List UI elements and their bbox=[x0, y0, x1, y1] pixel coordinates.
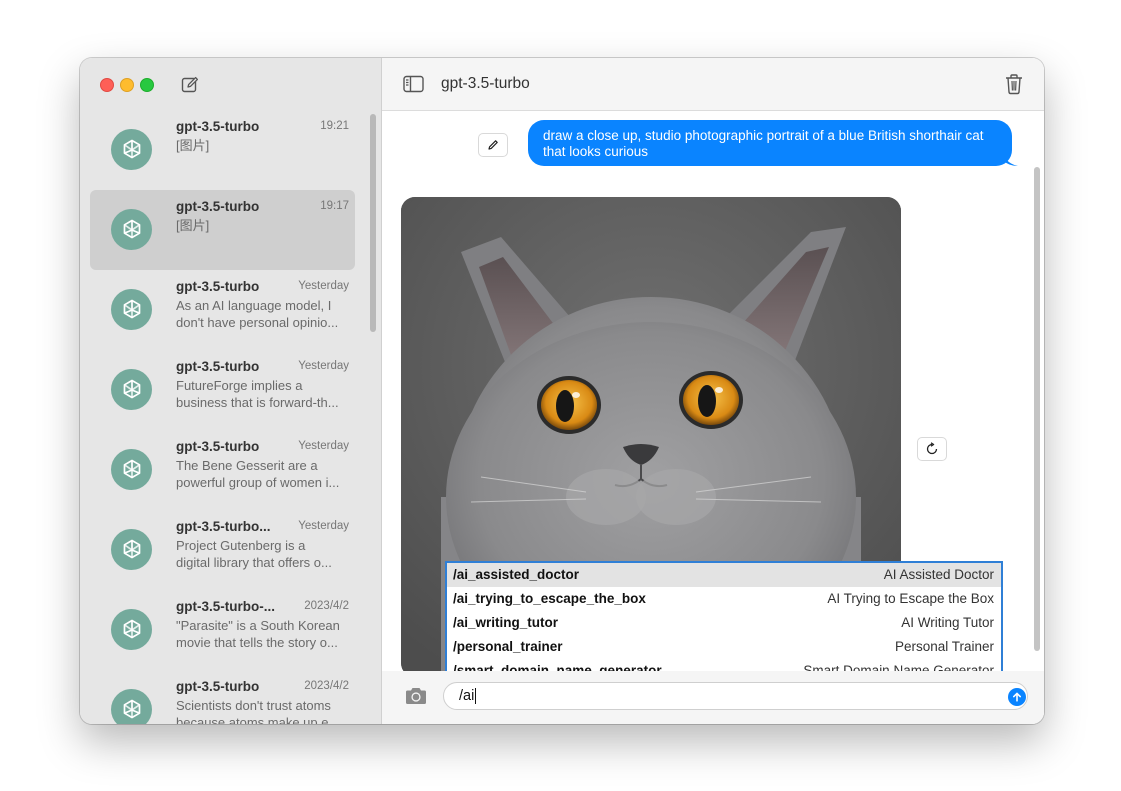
conversation-title: gpt-3.5-turbo bbox=[176, 439, 260, 454]
conversation-item[interactable]: gpt-3.5-turbo... Yesterday Project Gutenbe… bbox=[90, 510, 355, 590]
conversation-preview-line: movie that tells the story o... bbox=[176, 634, 338, 650]
autocomplete-item[interactable]: /ai_writing_tutor AI Writing Tutor bbox=[447, 611, 1001, 635]
autocomplete-command: /personal_trainer bbox=[453, 639, 563, 654]
autocomplete-item[interactable]: /smart_domain_name_generator Smart Domain… bbox=[447, 659, 1001, 671]
conversation-preview-line: don't have personal opinio... bbox=[176, 314, 339, 330]
autocomplete-item[interactable]: /personal_trainer Personal Trainer bbox=[447, 635, 1001, 659]
minimize-window-button[interactable] bbox=[120, 78, 134, 92]
conversation-list: gpt-3.5-turbo 19:21 [图片] gpt-3.5-turbo 19:17… bbox=[90, 110, 355, 724]
conversation-preview: "Parasite" is a South Korean movie that t… bbox=[176, 618, 352, 651]
conversation-title: gpt-3.5-turbo... bbox=[176, 519, 271, 534]
input-bar: /ai bbox=[382, 671, 1044, 724]
edit-icon[interactable] bbox=[478, 133, 508, 157]
conversation-time: Yesterday bbox=[298, 360, 349, 372]
conversation-preview-line: powerful group of women i... bbox=[176, 474, 340, 490]
conversation-preview: FutureForge implies a business that is fo… bbox=[176, 378, 352, 411]
conversation-preview-line: business that is forward-th... bbox=[176, 394, 339, 410]
conversation-title: gpt-3.5-turbo bbox=[176, 199, 260, 214]
message-list: draw a close up, studio photographic por… bbox=[382, 111, 1044, 671]
conversation-preview-line: Scientists don't trust atoms bbox=[176, 698, 331, 713]
trash-icon[interactable] bbox=[1004, 73, 1024, 95]
chat-title: gpt-3.5-turbo bbox=[441, 75, 530, 92]
conversation-item[interactable]: gpt-3.5-turbo Yesterday FutureForge implie… bbox=[90, 350, 355, 430]
user-message-line: draw a close up, studio photographic por… bbox=[543, 128, 984, 143]
send-arrow-icon[interactable] bbox=[1008, 688, 1026, 706]
toolbar: gpt-3.5-turbo bbox=[382, 58, 1044, 111]
command-autocomplete: /ai_assisted_doctor AI Assisted Doctor/ai… bbox=[445, 561, 1003, 671]
autocomplete-command: /smart_domain_name_generator bbox=[453, 663, 662, 671]
conversation-preview-line: FutureForge implies a bbox=[176, 378, 303, 393]
conversation-item[interactable]: gpt-3.5-turbo Yesterday The Bene Gesserit … bbox=[90, 430, 355, 510]
chatgpt-logo-icon bbox=[111, 529, 152, 570]
zoom-window-button[interactable] bbox=[140, 78, 154, 92]
user-message-line: that looks curious bbox=[543, 144, 649, 159]
autocomplete-item[interactable]: /ai_assisted_doctor AI Assisted Doctor bbox=[447, 563, 1001, 587]
autocomplete-command: /ai_assisted_doctor bbox=[453, 567, 580, 582]
chatgpt-logo-icon bbox=[111, 449, 152, 490]
conversation-preview: As an AI language model, Idon't have per… bbox=[176, 298, 352, 331]
close-window-button[interactable] bbox=[100, 78, 114, 92]
chat-scrollbar[interactable] bbox=[1034, 167, 1040, 651]
autocomplete-description: AI Trying to Escape the Box bbox=[827, 591, 994, 606]
conversation-time: 19:21 bbox=[320, 120, 349, 132]
conversation-item[interactable]: gpt-3.5-turbo 2023/4/2 Scientists don't tr… bbox=[90, 670, 355, 724]
chatgpt-logo-icon bbox=[111, 129, 152, 170]
conversation-time: 2023/4/2 bbox=[304, 600, 349, 612]
conversation-item[interactable]: gpt-3.5-turbo-... 2023/4/2 "Parasite" is a… bbox=[90, 590, 355, 670]
chat-pane: gpt-3.5-turbo draw a close up, studio ph… bbox=[382, 58, 1044, 724]
conversation-preview-line: [图片] bbox=[176, 218, 210, 233]
conversation-item[interactable]: gpt-3.5-turbo Yesterday As an AI language … bbox=[90, 270, 355, 350]
conversation-preview-line: [图片] bbox=[176, 138, 210, 153]
conversation-preview-line: The Bene Gesserit are a bbox=[176, 458, 318, 473]
compose-icon[interactable] bbox=[180, 75, 200, 95]
sidebar-scrollbar[interactable] bbox=[370, 114, 376, 332]
conversation-preview-line: Project Gutenberg is a bbox=[176, 538, 306, 553]
autocomplete-command: /ai_writing_tutor bbox=[453, 615, 559, 630]
app-window: gpt-3.5-turbo 19:21 [图片] gpt-3.5-turbo 19:17… bbox=[80, 58, 1044, 724]
conversation-time: Yesterday bbox=[298, 440, 349, 452]
chatgpt-logo-icon bbox=[111, 209, 152, 250]
conversation-preview-line: digital library that offers o... bbox=[176, 554, 332, 570]
conversation-preview-line: because atoms make up e... bbox=[176, 714, 340, 725]
conversation-time: Yesterday bbox=[298, 280, 349, 292]
message-input-value: /ai bbox=[459, 688, 475, 704]
chatgpt-logo-icon bbox=[111, 609, 152, 650]
conversation-preview: Scientists don't trust atoms because atom… bbox=[176, 698, 352, 724]
bubble-tail bbox=[1002, 149, 1018, 166]
chatgpt-logo-icon bbox=[111, 689, 152, 724]
conversation-preview-line: As an AI language model, I bbox=[176, 298, 332, 313]
conversation-preview: [图片] bbox=[176, 138, 352, 155]
conversation-time: 2023/4/2 bbox=[304, 680, 349, 692]
conversation-item[interactable]: gpt-3.5-turbo 19:17 [图片] bbox=[90, 190, 355, 270]
conversation-title: gpt-3.5-turbo bbox=[176, 279, 260, 294]
conversation-title: gpt-3.5-turbo-... bbox=[176, 599, 275, 614]
regenerate-icon[interactable] bbox=[917, 437, 947, 461]
conversation-time: 19:17 bbox=[320, 200, 349, 212]
autocomplete-description: Smart Domain Name Generator bbox=[803, 663, 994, 671]
conversation-preview-line: "Parasite" is a South Korean bbox=[176, 618, 340, 633]
conversation-preview: [图片] bbox=[176, 218, 352, 235]
chatgpt-logo-icon bbox=[111, 289, 152, 330]
conversation-item[interactable]: gpt-3.5-turbo 19:21 [图片] bbox=[90, 110, 355, 190]
autocomplete-item[interactable]: /ai_trying_to_escape_the_box AI Trying to… bbox=[447, 587, 1001, 611]
autocomplete-command: /ai_trying_to_escape_the_box bbox=[453, 591, 646, 606]
user-message-bubble: draw a close up, studio photographic por… bbox=[528, 120, 1012, 166]
text-caret bbox=[475, 688, 477, 705]
autocomplete-description: AI Writing Tutor bbox=[901, 615, 994, 630]
autocomplete-description: Personal Trainer bbox=[894, 639, 994, 654]
sidebar: gpt-3.5-turbo 19:21 [图片] gpt-3.5-turbo 19:17… bbox=[80, 58, 382, 724]
conversation-title: gpt-3.5-turbo bbox=[176, 119, 260, 134]
chatgpt-logo-icon bbox=[111, 369, 152, 410]
message-input[interactable]: /ai bbox=[443, 682, 1028, 710]
conversation-title: gpt-3.5-turbo bbox=[176, 679, 260, 694]
sidebar-toggle-icon[interactable] bbox=[403, 75, 425, 93]
camera-icon[interactable] bbox=[404, 686, 428, 706]
autocomplete-description: AI Assisted Doctor bbox=[883, 567, 994, 582]
conversation-preview: The Bene Gesserit are a powerful group of… bbox=[176, 458, 352, 491]
conversation-time: Yesterday bbox=[298, 520, 349, 532]
conversation-preview: Project Gutenberg is a digital library th… bbox=[176, 538, 352, 571]
conversation-title: gpt-3.5-turbo bbox=[176, 359, 260, 374]
